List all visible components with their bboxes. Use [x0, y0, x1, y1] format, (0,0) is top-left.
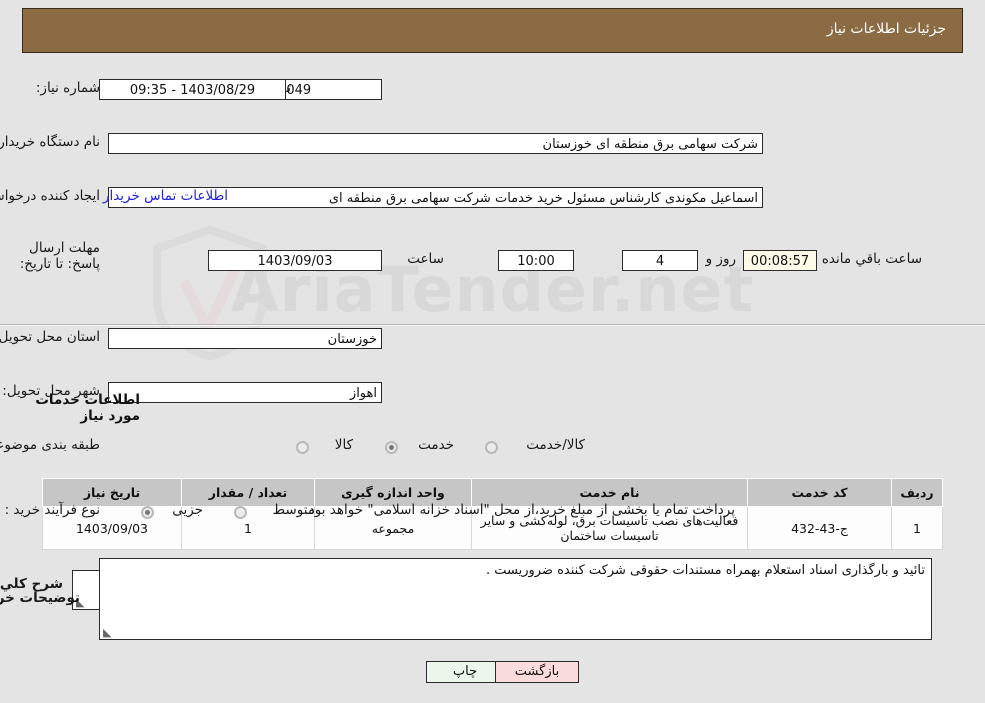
- radio-label-kala-khedmat[interactable]: کالا/خدمت: [526, 437, 585, 453]
- radio-classification-kala-khedmat[interactable]: [485, 441, 498, 454]
- row-classification: طبقه بندی موضوعی: کالا خدمت کالا/خدمت: [0, 242, 985, 454]
- cell-code: ج-43-432: [747, 506, 892, 550]
- th-code: کد خدمت: [747, 478, 892, 507]
- row-purchase-type: نوع فرآیند خرید : جزیی متوسط پرداخت تمام…: [0, 270, 985, 519]
- th-index: ردیف: [891, 478, 943, 507]
- radio-purchase-jozi[interactable]: [141, 506, 154, 519]
- radio-classification-kala[interactable]: [296, 441, 309, 454]
- row-buyer-org: نام دستگاه خریدار: شرکت سهامی برق منطقه …: [0, 90, 985, 154]
- row-creator: ایجاد کننده درخواست: اسماعیل مکوندی کارش…: [0, 118, 985, 208]
- row-service-group: گروه خدمت: ساختمان: [0, 346, 985, 374]
- radio-classification-khedmat[interactable]: [385, 441, 398, 454]
- print-button[interactable]: چاپ: [426, 661, 504, 683]
- city-value: اهواز: [108, 382, 382, 403]
- row-province: استان محل تحویل: خوزستان: [0, 186, 985, 349]
- row-general-description: شرح کلي نیاز: انجام عملیات ساختمانی در پ…: [0, 298, 985, 610]
- purchase-type-note: پرداخت تمام یا بخشی از مبلغ خرید،از محل …: [304, 502, 735, 518]
- need-details-page: AriaTender.net جزئیات اطلاعات نیاز شماره…: [0, 0, 985, 703]
- buyer-notes-label: توضیحات خریدار:: [0, 590, 80, 606]
- cell-index: 1: [891, 506, 943, 550]
- buyer-notes-value[interactable]: تائید و بارگذاری اسناد استعلام بهمراه مس…: [99, 558, 932, 640]
- buyer-notes-text: تائید و بارگذاری اسناد استعلام بهمراه مس…: [485, 563, 925, 578]
- services-section-title: اطلاعات خدمات مورد نیاز: [35, 392, 140, 424]
- row-deadline: مهلت ارسال پاسخ: تا تاریخ: 1403/09/03 سا…: [0, 146, 985, 272]
- radio-label-jozi[interactable]: جزیی: [172, 502, 203, 518]
- back-button[interactable]: بازگشت: [495, 661, 579, 683]
- main-content: شماره نیاز: 1103001262001049 تاریخ و ساع…: [0, 62, 985, 610]
- radio-label-khedmat[interactable]: خدمت: [418, 437, 454, 453]
- page-title: جزئیات اطلاعات نیاز: [826, 21, 946, 37]
- page-header: جزئیات اطلاعات نیاز: [22, 8, 963, 53]
- resize-handle-icon-notes[interactable]: ◢: [103, 626, 113, 639]
- row-need-number: شماره نیاز: 1103001262001049 تاریخ و ساع…: [0, 62, 985, 100]
- row-city: شهر محل تحویل: اهواز: [0, 214, 985, 403]
- classification-label: طبقه بندی موضوعی:: [0, 437, 100, 453]
- radio-purchase-motevaset[interactable]: [234, 506, 247, 519]
- purchase-type-label: نوع فرآیند خرید :: [4, 502, 100, 518]
- radio-label-kala[interactable]: کالا: [335, 437, 353, 453]
